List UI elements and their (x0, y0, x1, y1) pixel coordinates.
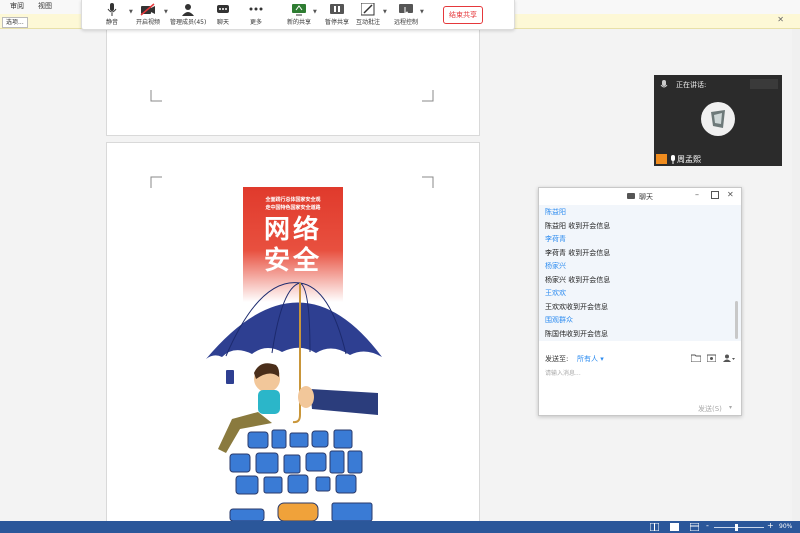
manage-members-label: 管理成员(45) (170, 19, 207, 26)
chat-title: 聊天 (639, 193, 653, 201)
user-icon (182, 4, 194, 16)
annotate-button[interactable]: 互动批注 (350, 3, 386, 28)
pen-icon (361, 3, 375, 16)
chat-sender: 陈益阳 (545, 208, 566, 216)
start-video-button[interactable]: 开启视频 (130, 3, 166, 28)
poster-title-line1: 网络 (263, 215, 322, 245)
send-button[interactable]: 发送(S) (698, 404, 722, 414)
new-share-button[interactable]: 新的共享 (281, 3, 317, 28)
more-button[interactable]: 更多 (238, 3, 274, 28)
chat-message: 李荷青 收到开会信息 (545, 249, 611, 257)
chat-icon (627, 193, 635, 199)
send-to-value: 所有人 (577, 355, 598, 363)
page-corner-mark (150, 90, 162, 102)
chevron-down-icon[interactable]: ▼ (420, 9, 424, 15)
avatar-icon (711, 110, 725, 128)
chat-message: 陈益阳 收到开会信息 (545, 222, 611, 230)
speaker-panel: 正在讲话: 周孟熙 (654, 75, 782, 166)
microphone-icon (671, 155, 675, 164)
chat-sender: 杨家兴 (545, 262, 566, 270)
more-icon (249, 7, 263, 11)
page-corner-mark (422, 176, 434, 188)
chat-message: 陈国伟收到开会信息 (545, 330, 608, 338)
ribbon-tab-review[interactable]: 审阅 (10, 1, 24, 11)
chat-button[interactable]: 聊天 (205, 3, 241, 28)
vertical-scrollbar[interactable] (792, 29, 800, 521)
chevron-down-icon[interactable]: ▼ (313, 9, 317, 15)
chevron-down-icon[interactable]: ▾ (729, 404, 732, 411)
speaking-label: 正在讲话: (676, 81, 707, 89)
microphone-icon (660, 80, 668, 88)
chevron-down-icon[interactable]: ▼ (383, 9, 387, 15)
screenshot-icon[interactable] (707, 354, 716, 362)
chevron-down-icon[interactable]: ▼ (164, 9, 168, 15)
options-button[interactable]: 选项... (2, 17, 28, 28)
user-icon[interactable] (723, 354, 735, 362)
poster-slogan-2: 走中国特色国家安全道路 (265, 205, 321, 211)
send-to-select[interactable]: 所有人 ▾ (577, 354, 604, 364)
manage-members-button[interactable]: 管理成员(45) (170, 3, 206, 28)
send-to-label: 发送至: (545, 355, 569, 363)
ribbon-tab-view[interactable]: 视图 (38, 1, 52, 11)
user-icon (656, 154, 667, 164)
status-bar: - + 90% (0, 521, 800, 533)
chat-sender: 李荷青 (545, 235, 566, 243)
microphone-icon (107, 3, 117, 16)
chat-message: 王欢欢收到开会信息 (545, 303, 608, 311)
chat-scrollbar[interactable] (735, 301, 738, 339)
close-icon[interactable]: ✕ (727, 190, 734, 199)
remote-control-icon (399, 4, 413, 16)
zoom-out-button[interactable]: - (706, 521, 709, 530)
document-page (106, 29, 480, 136)
poster-title-line2: 安全 (263, 246, 322, 276)
chat-message: 杨家兴 收到开会信息 (545, 276, 611, 284)
poster-slogan-1: 全面践行总体国家安全观 (265, 197, 321, 203)
zoom-level[interactable]: 90% (779, 523, 792, 530)
zoom-in-button[interactable]: + (767, 521, 774, 530)
maximize-icon[interactable] (711, 191, 719, 199)
avatar (701, 102, 735, 136)
annotate-label: 互动批注 (355, 19, 380, 26)
mute-label: 静音 (105, 19, 118, 26)
zoom-slider[interactable] (714, 527, 764, 528)
chat-messages: 陈益阳 陈益阳 收到开会信息 李荷青 李荷青 收到开会信息 杨家兴 杨家兴 收到… (539, 205, 741, 341)
page-corner-mark (422, 90, 434, 102)
more-label: 更多 (249, 19, 262, 26)
video-off-icon (140, 3, 155, 16)
speaker-name: 周孟熙 (677, 155, 701, 164)
share-screen-icon (292, 4, 306, 16)
pause-icon (330, 4, 344, 14)
mute-button[interactable]: 静音 (94, 3, 130, 28)
poster-image: 全面践行总体国家安全观 走中国特色国家安全道路 网络 安全 (160, 187, 422, 522)
chat-sender: 围观群众 (545, 316, 573, 324)
end-share-button[interactable]: 结束共享 (443, 6, 483, 24)
speaking-indicator (750, 79, 778, 89)
close-icon[interactable]: ✕ (777, 15, 784, 24)
print-layout-icon[interactable] (670, 523, 679, 531)
chat-sender: 王欢欢 (545, 289, 566, 297)
read-mode-icon[interactable] (650, 523, 659, 531)
minimize-icon[interactable]: – (695, 190, 699, 199)
message-input[interactable]: 请输入消息... (545, 368, 581, 377)
chat-icon (217, 5, 229, 13)
folder-icon[interactable] (691, 354, 701, 362)
chat-label: 聊天 (216, 19, 229, 26)
remote-control-button[interactable]: 远程控制 (388, 3, 424, 28)
chat-window: 聊天 – ✕ 陈益阳 陈益阳 收到开会信息 李荷青 李荷青 收到开会信息 杨家兴… (538, 187, 742, 416)
remote-control-label: 远程控制 (393, 19, 418, 26)
zoom-slider-thumb[interactable] (735, 524, 738, 531)
web-layout-icon[interactable] (690, 523, 699, 531)
start-video-label: 开启视频 (135, 19, 160, 26)
new-share-label: 新的共享 (286, 19, 311, 26)
